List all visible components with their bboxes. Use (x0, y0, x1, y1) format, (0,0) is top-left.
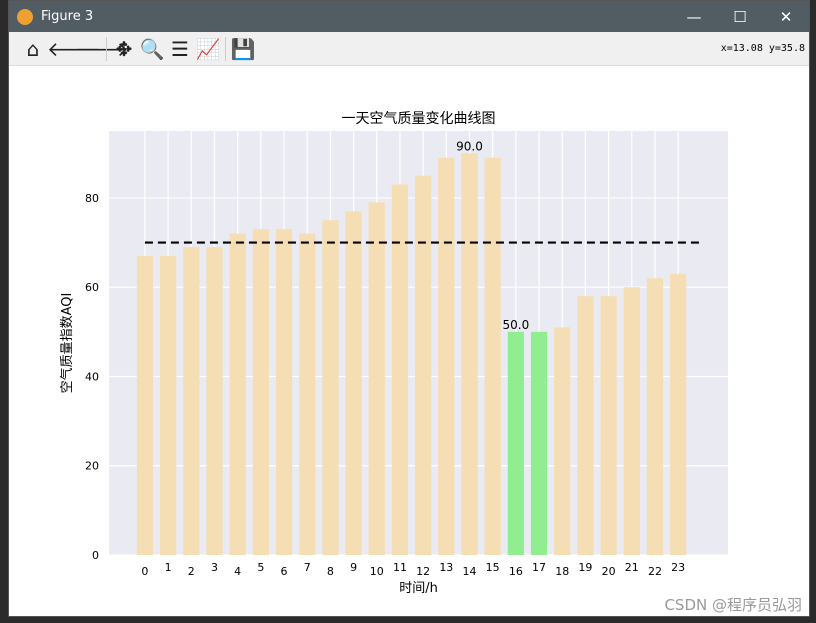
bar-16 (507, 331, 524, 555)
bar-0 (136, 255, 154, 555)
data-label: 90.0 (456, 139, 483, 153)
bar-chart: 0204060800 1 2 3 4 5 6 7 8 9 10 11 12 13 14 15 16 17 18 19 2… (59, 111, 728, 596)
bar-19 (577, 296, 594, 555)
zoom-icon[interactable]: 🔍 (138, 37, 166, 61)
bar-12 (415, 175, 432, 555)
x-tick-label: 20 (602, 565, 616, 578)
edit-axis-icon[interactable]: 📈 (194, 37, 222, 61)
minimize-button[interactable]: — (671, 8, 717, 26)
bar-4 (229, 233, 246, 555)
x-tick-label: 19 (578, 561, 592, 574)
x-tick-label: 22 (648, 565, 662, 578)
y-tick-label: 60 (85, 281, 99, 294)
y-tick-label: 40 (85, 370, 99, 383)
bar-3 (206, 247, 223, 555)
x-tick-label: 2 (188, 565, 195, 578)
bar-8 (322, 220, 339, 555)
x-tick-label: 21 (625, 561, 639, 574)
x-tick-label: 8 (327, 565, 334, 578)
data-label: 50.0 (503, 318, 530, 332)
bar-1 (160, 255, 177, 555)
window-title: Figure 3 (41, 9, 94, 24)
bar-21 (623, 287, 640, 555)
bar-13 (438, 157, 455, 556)
pan-icon[interactable]: ✥ (110, 37, 138, 61)
x-tick-label: 16 (509, 565, 523, 578)
x-tick-label: 18 (555, 565, 569, 578)
bar-6 (275, 229, 293, 556)
figure-window: Figure 3 — ☐ ✕ ⌂ 🡐 🡒 ✥ 🔍 ☰ 📈 💾 x=13.08 y… (8, 0, 810, 617)
x-tick-label: 15 (486, 561, 500, 574)
bar-5 (252, 229, 269, 556)
x-tick-label: 0 (141, 565, 148, 578)
x-tick-label: 23 (671, 561, 685, 574)
y-tick-label: 80 (85, 192, 99, 205)
toolbar: ⌂ 🡐 🡒 ✥ 🔍 ☰ 📈 💾 x=13.08 y=35.8 (9, 32, 809, 66)
x-tick-label: 1 (165, 561, 172, 574)
x-tick-label: 9 (350, 561, 357, 574)
configure-icon[interactable]: ☰ (166, 37, 194, 61)
matplotlib-logo-icon (17, 8, 33, 25)
back-icon[interactable]: 🡐 (47, 37, 101, 61)
bar-18 (554, 327, 571, 555)
bar-20 (600, 296, 617, 555)
bar-2 (183, 247, 200, 555)
x-tick-label: 6 (281, 565, 288, 578)
bar-9 (345, 211, 362, 555)
x-tick-label: 13 (439, 561, 453, 574)
forward-icon[interactable]: 🡒 (75, 37, 129, 61)
divider (225, 36, 226, 61)
bar-17 (530, 331, 548, 555)
close-button[interactable]: ✕ (763, 8, 809, 26)
divider (106, 36, 107, 61)
x-axis-label: 时间/h (399, 581, 438, 596)
y-axis-label: 空气质量指数AQI (59, 293, 75, 394)
bar-22 (646, 278, 664, 555)
x-tick-label: 5 (257, 561, 264, 574)
x-tick-label: 10 (370, 565, 384, 578)
maximize-button[interactable]: ☐ (717, 8, 763, 26)
home-icon[interactable]: ⌂ (19, 37, 47, 61)
bar-11 (391, 184, 409, 555)
x-tick-label: 14 (463, 565, 477, 578)
y-tick-label: 20 (85, 460, 99, 473)
cursor-coordinates: x=13.08 y=35.8 (720, 43, 805, 54)
y-tick-label: 0 (92, 549, 99, 562)
save-icon[interactable]: 💾 (229, 37, 257, 61)
bar-7 (299, 233, 316, 555)
bar-23 (670, 273, 687, 555)
title-bar: Figure 3 — ☐ ✕ (9, 1, 809, 32)
bar-15 (484, 157, 501, 556)
chart-title: 一天空气质量变化曲线图 (342, 111, 496, 127)
x-tick-label: 11 (393, 561, 407, 574)
bar-14 (461, 153, 478, 555)
x-tick-label: 3 (211, 561, 218, 574)
x-tick-label: 17 (532, 561, 546, 574)
x-tick-label: 4 (234, 565, 241, 578)
x-tick-label: 7 (304, 561, 311, 574)
x-tick-label: 12 (416, 565, 430, 578)
watermark: CSDN @程序员弘羽 (664, 596, 802, 614)
bar-10 (368, 202, 385, 555)
